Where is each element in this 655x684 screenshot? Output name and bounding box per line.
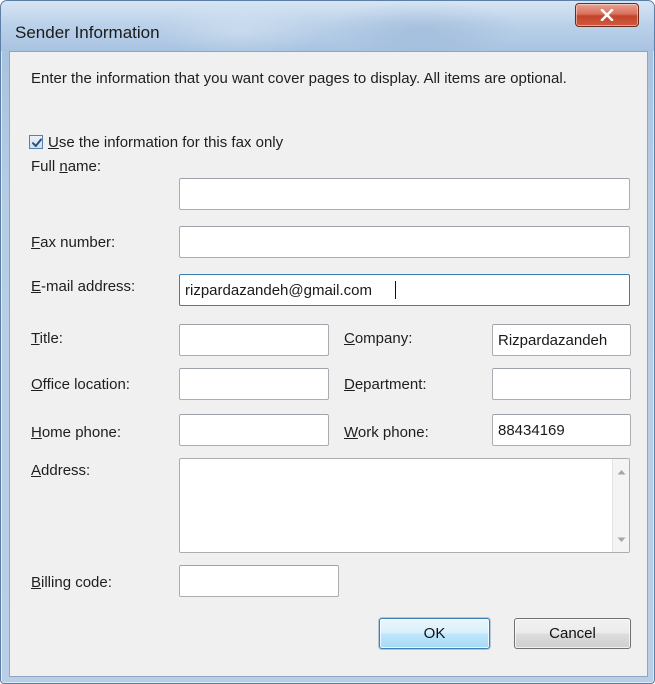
title-label: Title:	[31, 330, 63, 347]
home-phone-label: Home phone:	[31, 424, 122, 441]
address-textarea-wrap	[179, 458, 630, 553]
email-address-label: E-mail address:	[31, 278, 136, 295]
full-name-label: Full name:	[31, 158, 102, 175]
fax-number-label: Fax number:	[31, 234, 116, 251]
dialog-body: Enter the information that you want cove…	[9, 51, 648, 677]
intro-text: Enter the information that you want cove…	[31, 70, 567, 87]
work-phone-label: Work phone:	[344, 424, 429, 441]
address-textarea[interactable]	[180, 459, 610, 552]
home-phone-input[interactable]	[179, 414, 329, 446]
text-caret	[395, 281, 396, 299]
address-scrollbar[interactable]	[612, 459, 629, 552]
use-info-this-fax-only-row[interactable]: Use the information for this fax only	[29, 132, 283, 152]
close-x-icon	[600, 9, 614, 21]
use-info-this-fax-only-checkbox[interactable]	[29, 135, 43, 149]
full-name-input[interactable]	[179, 178, 630, 210]
use-info-this-fax-only-label: Use the information for this fax only	[48, 133, 284, 151]
office-location-input[interactable]	[179, 368, 329, 400]
billing-code-input[interactable]	[179, 565, 339, 597]
department-label: Department:	[344, 376, 427, 393]
ok-button[interactable]: OK	[379, 618, 490, 649]
title-bar[interactable]: Sender Information	[1, 1, 654, 51]
sender-information-dialog: Sender Information Enter the information…	[0, 0, 655, 684]
checkmark-icon	[32, 138, 42, 147]
scroll-down-arrow-icon[interactable]	[613, 531, 629, 548]
title-input[interactable]	[179, 324, 329, 356]
cancel-button[interactable]: Cancel	[514, 618, 631, 649]
department-input[interactable]	[492, 368, 631, 400]
close-button[interactable]	[575, 3, 639, 27]
work-phone-input[interactable]	[492, 414, 631, 446]
office-location-label: Office location:	[31, 376, 130, 393]
company-label: Company:	[344, 330, 413, 347]
window-title: Sender Information	[15, 23, 160, 42]
address-label: Address:	[31, 462, 91, 479]
email-address-input[interactable]	[179, 274, 630, 306]
billing-code-label: Billing code:	[31, 574, 112, 591]
fax-number-input[interactable]	[179, 226, 630, 258]
scroll-up-arrow-icon[interactable]	[613, 463, 629, 480]
company-input[interactable]	[492, 324, 631, 356]
